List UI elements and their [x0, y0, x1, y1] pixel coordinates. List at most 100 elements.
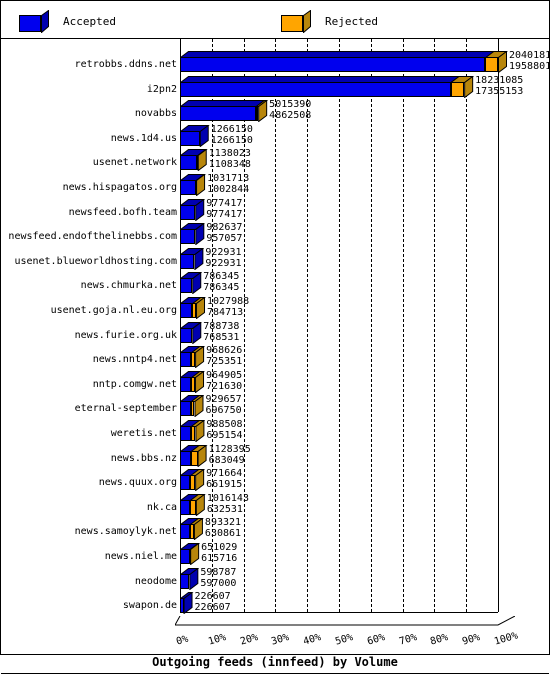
cube-side-svg [41, 10, 50, 33]
bar-row: 50153904862508 [180, 100, 520, 123]
bar-value-accepted: 922931 [205, 258, 241, 269]
bar-value-total: 929657 [205, 394, 241, 405]
bar-value-labels: 1128395683049 [209, 445, 299, 467]
bar-3d-shell [180, 420, 205, 442]
bar-value-total: 788738 [203, 321, 239, 332]
bar-value-labels: 964905721630 [206, 371, 296, 393]
x-tick-label: 70% [398, 632, 418, 648]
bar-value-accepted: 1002844 [207, 184, 249, 195]
cube-front-face [19, 15, 41, 32]
bar-value-accepted: 17355153 [475, 86, 523, 97]
bar-3d-shell [180, 174, 206, 196]
bar-value-labels: 977417977417 [206, 199, 296, 221]
bar-value-total: 1031713 [207, 173, 249, 184]
bar-row: 922931922931 [180, 248, 520, 271]
bar-value-accepted: 632531 [207, 504, 243, 515]
bar-value-total: 1138023 [209, 148, 251, 159]
bar-value-labels: 982637957057 [206, 223, 296, 245]
bar-row: 988508695154 [180, 420, 520, 443]
bar-3d-shell [180, 199, 205, 221]
bar-value-total: 1016143 [207, 493, 249, 504]
bar-3d-shell [180, 223, 205, 245]
bar-3d-svg [180, 371, 205, 393]
bar-3d-svg [180, 346, 205, 368]
bar-value-total: 968626 [206, 345, 242, 356]
rejected-cube-icon [281, 10, 311, 32]
bar-value-labels: 10317131002844 [207, 174, 297, 196]
bar-row: 893321630861 [180, 518, 520, 541]
bar-value-total: 977417 [206, 198, 242, 209]
bar-3d-shell [180, 51, 508, 73]
bar-value-accepted: 721630 [206, 381, 242, 392]
bar-3d-svg [180, 100, 268, 122]
bar-row: 1016143632531 [180, 494, 520, 517]
x-tick-label: 30% [270, 632, 290, 648]
bar-value-labels: 929657696750 [205, 395, 295, 417]
chart-legend: Accepted Rejected [1, 1, 549, 39]
bar-row: 1027988784713 [180, 297, 520, 320]
bar-value-accepted: 630861 [205, 528, 241, 539]
bar-value-labels: 50153904862508 [269, 100, 359, 122]
bar-value-accepted: 784713 [207, 307, 243, 318]
cube-side-svg [303, 10, 312, 33]
bar-3d-shell [180, 518, 204, 540]
bar-3d-shell [180, 297, 206, 319]
bar-3d-svg [180, 248, 204, 270]
bar-row: 1823108517355153 [180, 76, 520, 99]
bar-3d-svg [180, 297, 206, 319]
bar-value-accepted: 661915 [206, 479, 242, 490]
bar-3d-shell [180, 543, 200, 565]
bar-value-labels: 786345786345 [203, 272, 293, 294]
bar-3d-shell [180, 76, 474, 98]
legend-item-accepted: Accepted [19, 9, 116, 33]
bar-3d-shell [180, 322, 202, 344]
bar-3d-shell [180, 100, 268, 122]
category-label: eternal-september [75, 403, 177, 415]
category-label: swapon.de [123, 600, 177, 612]
bar-value-labels: 922931922931 [205, 248, 295, 270]
bar-row: 929657696750 [180, 395, 520, 418]
bar-value-total: 598787 [200, 567, 236, 578]
bar-value-accepted: 1108348 [209, 159, 251, 170]
category-label: news.furie.org.uk [75, 330, 177, 342]
chart-title: Outgoing feeds (innfeed) by Volume [1, 655, 549, 669]
bar-value-total: 226607 [195, 591, 231, 602]
bar-value-total: 971664 [206, 468, 242, 479]
category-label: newsfeed.endofthelinebbs.com [8, 231, 177, 243]
cube-front-face [281, 15, 303, 32]
bar-value-labels: 226607226607 [195, 592, 285, 614]
bar-value-total: 1128395 [209, 444, 251, 455]
category-label: usenet.blueworldhosting.com [14, 256, 177, 268]
bar-3d-svg [180, 395, 204, 417]
bar-value-labels: 988508695154 [206, 420, 296, 442]
bar-3d-shell [180, 494, 206, 516]
bar-3d-svg [180, 76, 474, 98]
bar-value-labels: 598787597000 [200, 568, 290, 590]
bar-3d-shell [180, 568, 199, 590]
bar-value-labels: 1027988784713 [207, 297, 297, 319]
bar-3d-svg [180, 272, 202, 294]
x-tick-label: 60% [366, 632, 386, 648]
bar-3d-shell [180, 272, 202, 294]
accepted-cube-icon [19, 10, 49, 32]
bar-value-accepted: 19588010 [509, 61, 550, 72]
category-label: weretis.net [111, 428, 177, 440]
bar-value-accepted: 1266150 [211, 135, 253, 146]
category-label: news.niel.me [105, 551, 177, 563]
bar-row: 651029615716 [180, 543, 520, 566]
x-tick-label: 50% [334, 632, 354, 648]
bar-3d-svg [180, 568, 199, 590]
bar-row: 1128395683049 [180, 445, 520, 468]
bar-value-total: 1027988 [207, 296, 249, 307]
bar-3d-shell [180, 445, 208, 467]
bar-row: 977417977417 [180, 199, 520, 222]
bar-row: 12661501266150 [180, 125, 520, 148]
bar-series-group: 2040181719588010182310851735515350153904… [180, 39, 520, 616]
bar-3d-shell [180, 469, 205, 491]
bar-value-accepted: 786345 [203, 282, 239, 293]
legend-label-accepted: Accepted [63, 16, 116, 27]
bar-value-total: 5015390 [269, 99, 311, 110]
x-tick-label: 80% [429, 632, 449, 648]
chart-page: Accepted Rejected retrobbs.ddns.ne [0, 0, 550, 655]
bar-3d-svg [180, 469, 205, 491]
